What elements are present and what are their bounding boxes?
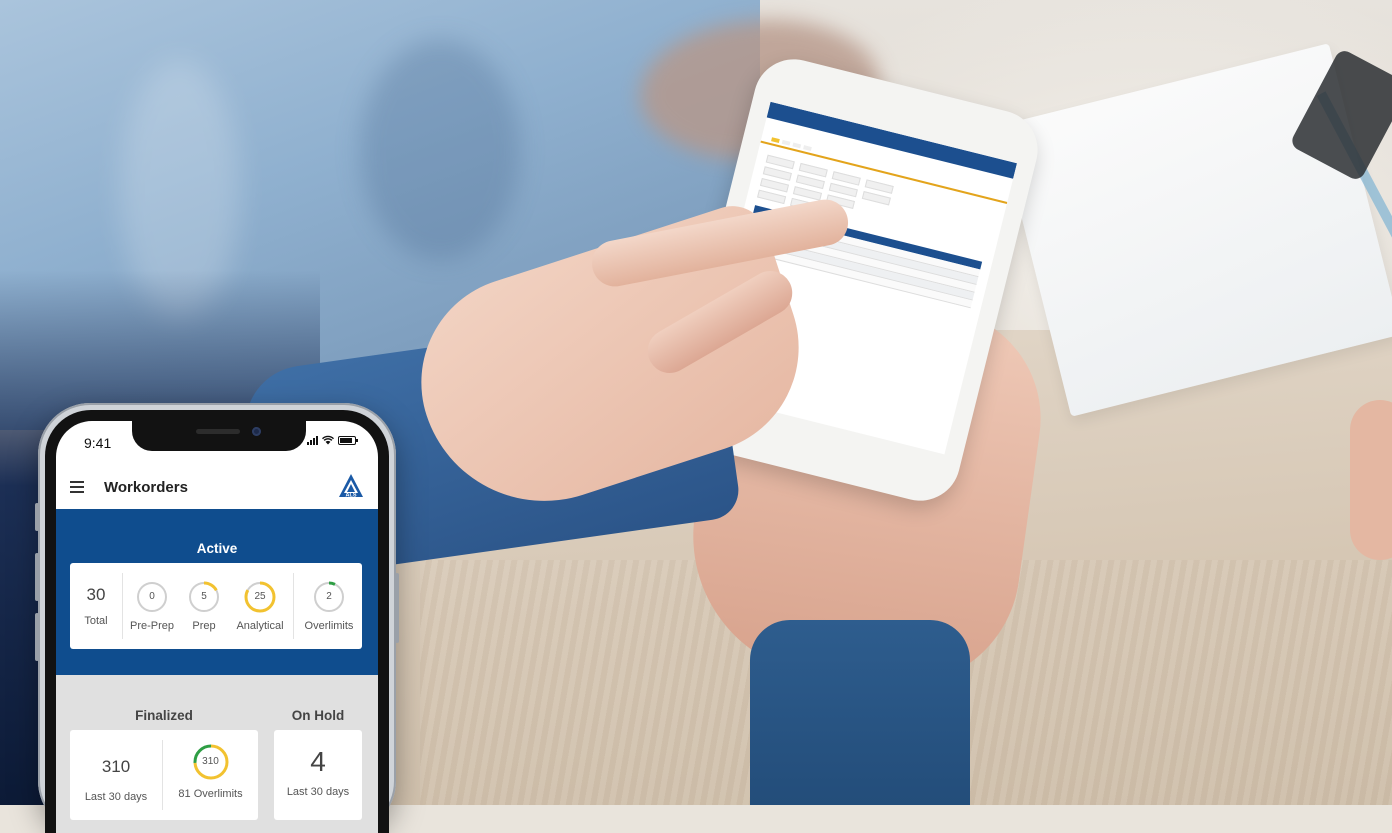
- on-hold-label: Last 30 days: [286, 786, 350, 798]
- on-hold-title: On Hold: [291, 708, 345, 723]
- status-time: 9:41: [84, 435, 112, 451]
- finalized-card[interactable]: 310 Last 30 days 310 81 Overlimits: [70, 730, 258, 820]
- battery-icon: [338, 435, 358, 445]
- prep-ring: 5: [187, 580, 221, 614]
- camera-icon: [252, 427, 261, 436]
- phone-notch: [132, 421, 306, 451]
- foreground-phone: 9:41 Workorders ALS Active 30 Total 0 Pr…: [35, 403, 399, 833]
- signal-icon: [307, 435, 318, 445]
- app-screen: 9:41 Workorders ALS Active 30 Total 0 Pr…: [56, 421, 378, 833]
- analytical-label: Analytical: [236, 620, 284, 632]
- overlimits-label: Overlimits: [304, 620, 354, 632]
- prep-value: 5: [201, 591, 207, 602]
- hamburger-menu-icon[interactable]: [70, 481, 84, 493]
- on-hold-value: 4: [310, 746, 326, 777]
- active-title: Active: [196, 541, 238, 556]
- total-label: Total: [84, 615, 108, 627]
- finalized-count: 310 Last 30 days: [70, 740, 163, 810]
- on-hold-card[interactable]: 4 Last 30 days: [274, 730, 362, 820]
- finalized-ring: 310: [191, 742, 231, 782]
- finalized-label: Last 30 days: [84, 791, 148, 803]
- prep-label: Prep: [192, 620, 216, 632]
- stat-overlimits[interactable]: 2 Overlimits: [293, 573, 362, 639]
- wifi-icon: [322, 435, 334, 445]
- finalized-title: Finalized: [135, 708, 193, 723]
- app-header: Workorders ALS: [56, 465, 378, 509]
- stat-prep[interactable]: 5 Prep: [181, 563, 227, 649]
- status-icons: [307, 435, 358, 445]
- overlimits-ring: 2: [312, 580, 346, 614]
- finalized-overlimits: 310 81 Overlimits: [163, 730, 258, 820]
- pre-prep-label: Pre-Prep: [129, 620, 175, 632]
- active-summary-card: 30 Total 0 Pre-Prep 5 Prep 25 Analytical…: [70, 563, 362, 649]
- analytical-value: 25: [254, 591, 266, 602]
- analytical-ring: 25: [243, 580, 277, 614]
- total-value: 30: [86, 585, 106, 604]
- logo-text: ALS: [346, 493, 357, 499]
- stat-analytical[interactable]: 25 Analytical: [227, 563, 293, 649]
- active-panel: Active 30 Total 0 Pre-Prep 5 Prep 25 Ana…: [56, 509, 378, 675]
- stat-pre-prep[interactable]: 0 Pre-Prep: [123, 563, 181, 649]
- stat-total[interactable]: 30 Total: [70, 573, 123, 639]
- finalized-ring-value: 310: [202, 756, 219, 767]
- overlimits-value: 2: [326, 591, 332, 602]
- page-title: Workorders: [104, 478, 188, 496]
- als-logo: ALS: [338, 473, 364, 499]
- lower-panel: Finalized On Hold 310 Last 30 days 310 8…: [56, 675, 378, 833]
- pre-prep-ring: 0: [135, 580, 169, 614]
- finalized-value: 310: [101, 757, 131, 776]
- finalized-overlimits-label: 81 Overlimits: [178, 788, 243, 800]
- pre-prep-value: 0: [149, 591, 155, 602]
